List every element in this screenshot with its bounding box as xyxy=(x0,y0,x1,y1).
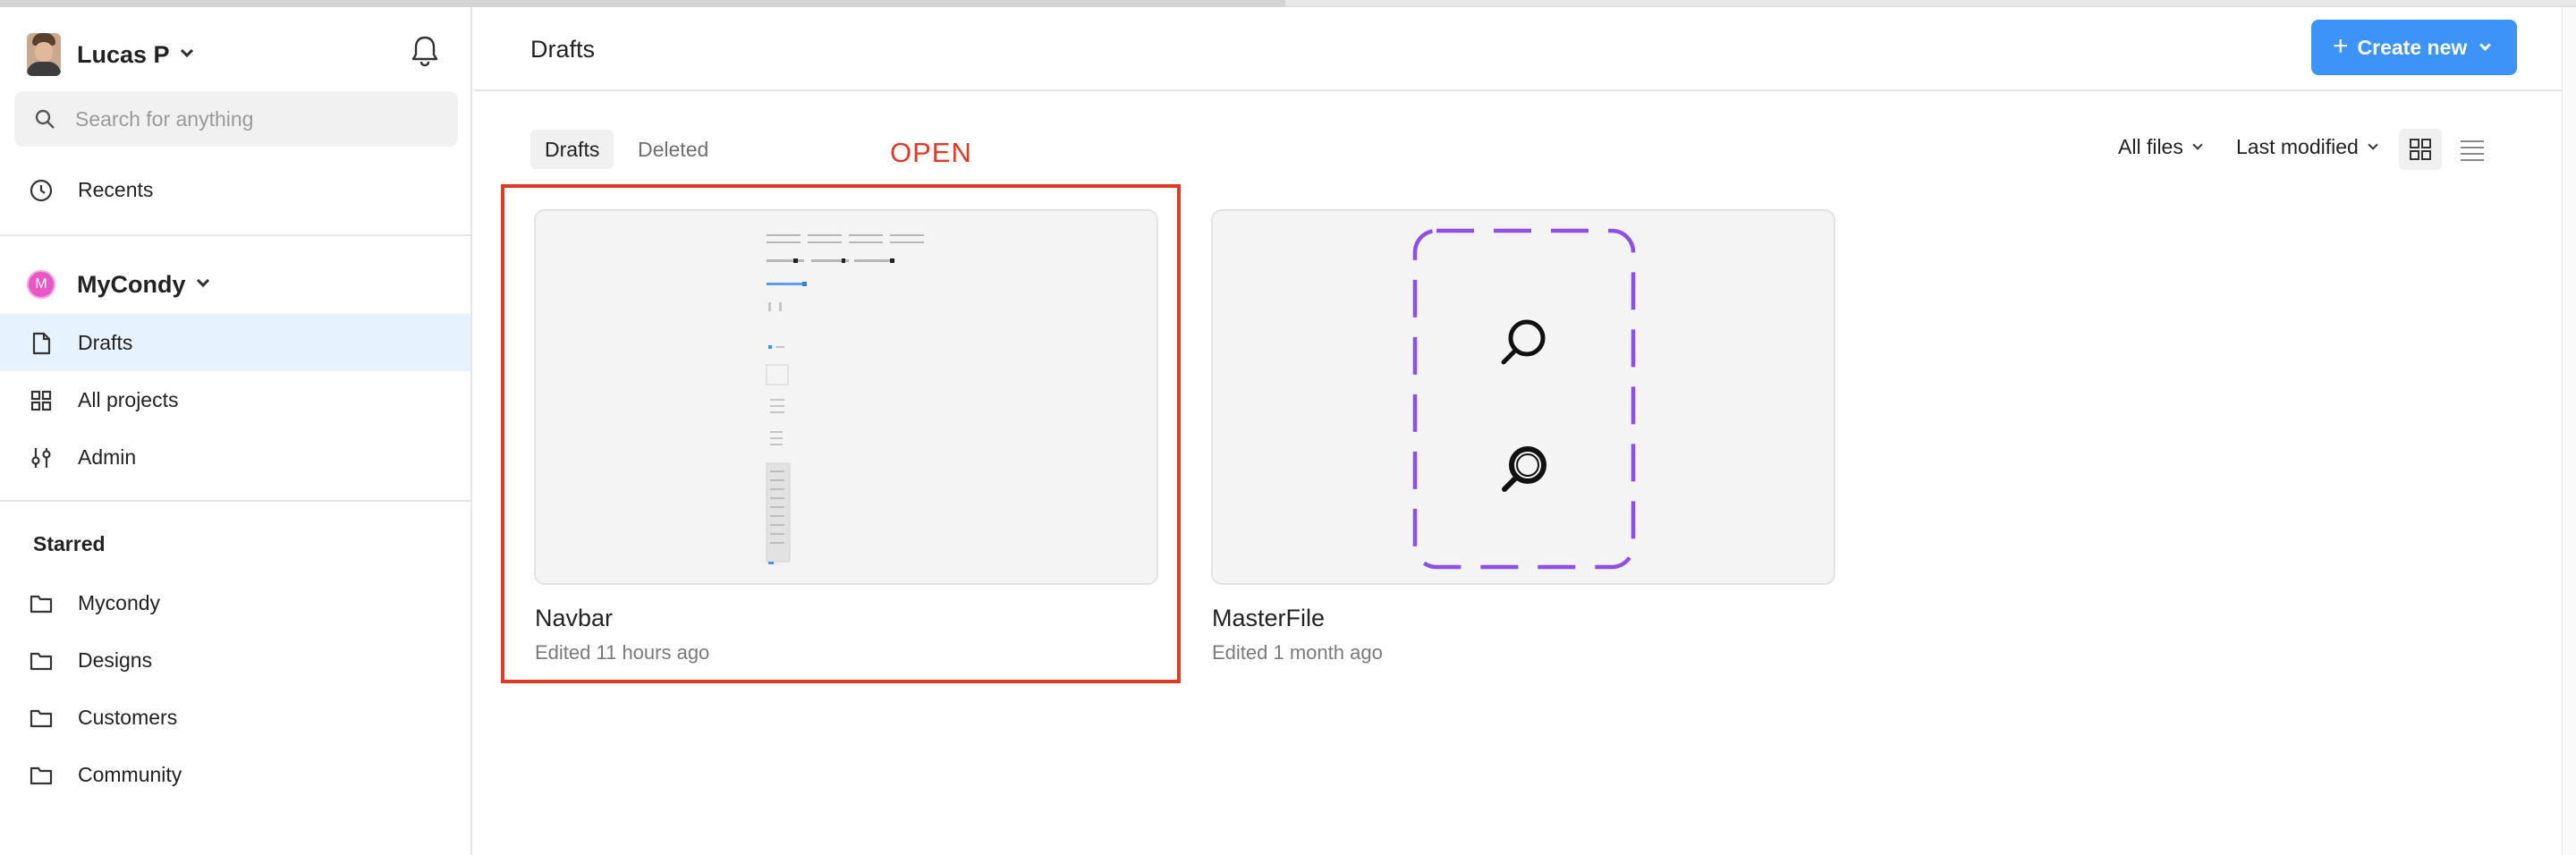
search-box[interactable] xyxy=(14,91,458,147)
sidebar-item-label: Community xyxy=(78,763,182,786)
sidebar-item-recents[interactable]: Recents xyxy=(0,161,470,218)
file-edited-time: Edited 1 month ago xyxy=(1212,641,1383,664)
sidebar-item-customers[interactable]: Customers xyxy=(0,689,470,746)
sidebar-item-label: Admin xyxy=(78,445,137,469)
divider xyxy=(0,234,470,236)
sidebar-item-label: Designs xyxy=(78,648,153,672)
file-edited-time: Edited 11 hours ago xyxy=(535,641,710,664)
sidebar-item-label: Recents xyxy=(78,178,154,201)
sidebar-item-mycondy[interactable]: Mycondy xyxy=(0,574,470,631)
create-new-button[interactable]: + Create new xyxy=(2311,20,2517,75)
team-name: MyCondy xyxy=(77,270,186,298)
grid-view-icon xyxy=(2410,139,2431,160)
chevron-down-icon xyxy=(2192,139,2203,150)
sidebar-item-designs[interactable]: Designs xyxy=(0,631,470,689)
file-thumbnail xyxy=(766,234,924,564)
file-icon xyxy=(32,332,51,355)
tab-drafts[interactable]: Drafts xyxy=(530,130,614,169)
plus-icon: + xyxy=(2333,30,2349,61)
grid-icon xyxy=(30,390,52,411)
grid-view-button[interactable] xyxy=(2399,129,2442,170)
file-name[interactable]: Navbar xyxy=(535,605,613,632)
chevron-down-icon xyxy=(180,44,193,58)
folder-icon xyxy=(30,652,53,671)
top-scroll-thumb[interactable] xyxy=(0,0,1285,6)
file-card-navbar[interactable] xyxy=(534,209,1158,585)
file-name[interactable]: MasterFile xyxy=(1212,605,1325,632)
avatar xyxy=(27,33,61,76)
search-icon xyxy=(1502,446,1546,492)
sidebar-item-drafts[interactable]: Drafts xyxy=(0,314,470,371)
sidebar-item-all-projects[interactable]: All projects xyxy=(0,371,470,428)
vertical-scrollbar[interactable] xyxy=(2562,7,2576,855)
folder-icon xyxy=(30,709,53,728)
sort-label: Last modified xyxy=(2236,135,2359,158)
sidebar-item-label: Drafts xyxy=(78,331,133,354)
search-icon xyxy=(1501,319,1546,365)
sidebar: Lucas P Recents M MyCondy Drafts xyxy=(0,7,472,855)
user-menu[interactable]: Lucas P xyxy=(27,25,447,84)
clock-icon xyxy=(30,179,53,202)
all-files-label: All files xyxy=(2118,135,2183,158)
list-view-icon xyxy=(2461,140,2484,161)
starred-heading: Starred xyxy=(33,532,106,555)
team-badge: M xyxy=(27,270,55,299)
sidebar-item-label: Customers xyxy=(78,706,178,729)
sidebar-item-community[interactable]: Community xyxy=(0,746,470,803)
chevron-down-icon xyxy=(2368,139,2378,150)
file-card-masterfile[interactable] xyxy=(1211,209,1835,585)
sort-dropdown[interactable]: Last modified xyxy=(2236,135,2378,159)
all-files-dropdown[interactable]: All files xyxy=(2118,135,2203,159)
folder-icon xyxy=(30,766,53,785)
create-new-label: Create new xyxy=(2357,35,2468,59)
chevron-down-icon xyxy=(196,274,209,288)
tab-deleted[interactable]: Deleted xyxy=(623,130,723,169)
sliders-icon xyxy=(31,448,51,468)
main-header: Drafts + Create new xyxy=(474,7,2576,91)
sidebar-item-label: Mycondy xyxy=(78,591,161,614)
search-input[interactable] xyxy=(75,106,433,131)
file-thumbnail xyxy=(1412,228,1636,570)
bell-icon[interactable] xyxy=(410,34,440,68)
folder-icon xyxy=(30,595,53,614)
search-icon xyxy=(35,109,55,129)
list-view-button[interactable] xyxy=(2451,129,2494,170)
page-title: Drafts xyxy=(530,36,596,63)
sidebar-item-admin[interactable]: Admin xyxy=(0,428,470,486)
chevron-down-icon xyxy=(2479,38,2492,51)
team-switcher[interactable]: M MyCondy xyxy=(27,262,209,307)
divider xyxy=(0,500,470,502)
sidebar-item-label: All projects xyxy=(78,388,179,411)
user-name: Lucas P xyxy=(77,40,170,68)
annotation-label: OPEN xyxy=(890,137,972,168)
top-scroll-strip[interactable] xyxy=(0,0,2576,7)
